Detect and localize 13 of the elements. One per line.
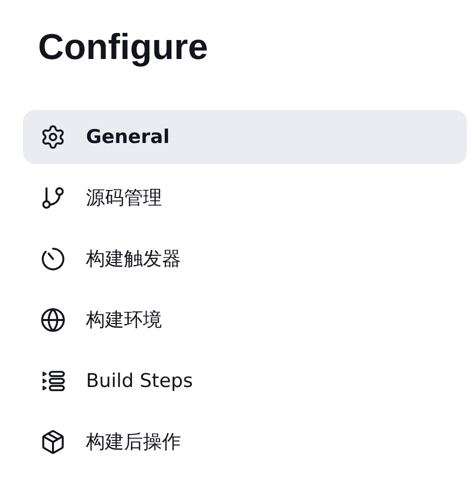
page-title: Configure [37, 25, 209, 69]
nav-item[interactable]: General [23, 110, 467, 164]
settings-icon [40, 124, 66, 150]
nav-item[interactable]: 构建环境 [23, 293, 467, 347]
nav-item[interactable]: Build Steps [23, 354, 467, 408]
package-icon [40, 429, 66, 455]
list-steps-icon [40, 368, 66, 394]
nav-item[interactable]: 构建触发器 [23, 232, 467, 286]
branch-icon [40, 185, 66, 211]
globe-icon [40, 307, 66, 333]
nav-item[interactable]: 源码管理 [23, 171, 467, 225]
nav-item[interactable]: 构建后操作 [23, 415, 467, 469]
timer-icon [40, 246, 66, 272]
